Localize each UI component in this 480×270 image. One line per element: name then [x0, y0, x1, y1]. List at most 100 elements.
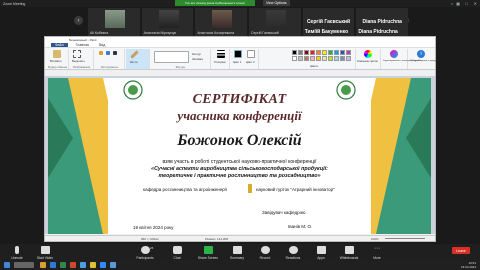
record-icon [260, 246, 270, 254]
brushes-label: Кисти [130, 60, 138, 64]
excel-icon[interactable] [60, 262, 66, 268]
participant-tile[interactable]: Diana Pidruchna Diana Pidruchna [356, 8, 409, 36]
color-swatch[interactable] [292, 50, 297, 55]
color-swatch[interactable] [304, 56, 309, 61]
paint-canvas-area: СЕРТИФІКАТ учасника конференції Божонок … [45, 76, 435, 234]
whiteboards-button[interactable]: Whiteboards [334, 246, 364, 260]
color2-swatch[interactable] [247, 50, 255, 58]
alert-label: Предупреждение о продукте [410, 60, 440, 62]
participant-tile[interactable]: Сергій Гаєвський Тиміїй Бакуменко [302, 8, 355, 36]
participant-tile[interactable]: Ali Кобезна [88, 8, 140, 36]
share-screen-button[interactable]: Share Screen [193, 246, 223, 260]
paste-icon[interactable] [53, 50, 61, 58]
record-button[interactable]: Record [250, 246, 280, 260]
chat-icon [172, 246, 182, 254]
color-swatch[interactable] [316, 50, 321, 55]
apps-button[interactable]: Apps [306, 246, 336, 260]
color-swatch[interactable] [292, 56, 297, 61]
color-swatch[interactable] [340, 50, 345, 55]
color-swatch[interactable] [298, 50, 303, 55]
gallery-prev-arrow[interactable]: ‹ [74, 16, 83, 25]
color-swatch[interactable] [298, 56, 303, 61]
paint3d-group: Редактирование с помощью Paint 3D [382, 49, 421, 69]
certificate-date: 19 квітня 2024 року [133, 225, 174, 230]
microphone-muted-icon [15, 246, 19, 254]
participant-display-name: Diana Pidruchna [362, 19, 402, 25]
participants-button[interactable]: Participants [130, 246, 160, 260]
close-icon[interactable]: ✕ [474, 1, 477, 6]
color-swatch[interactable] [346, 50, 351, 55]
tab-file[interactable]: Файл [51, 43, 68, 47]
tools-group: Инструменты [95, 49, 125, 69]
participant-tile[interactable]: Анастасія Козирнишна [195, 8, 248, 36]
leave-button[interactable]: Leave [452, 247, 470, 254]
summary-button[interactable]: Summary [222, 246, 252, 260]
color1-swatch[interactable] [234, 50, 242, 58]
zoom-app-title: Zoom Meeting [3, 1, 26, 6]
color-swatch[interactable] [322, 50, 327, 55]
color-swatch[interactable] [328, 56, 333, 61]
start-icon[interactable] [4, 262, 10, 268]
certificate-canvas[interactable]: СЕРТИФІКАТ учасника конференції Божонок … [48, 78, 431, 234]
text-icon[interactable] [113, 51, 117, 55]
chat-button[interactable]: Chat [162, 246, 192, 260]
taskbar-search[interactable] [14, 262, 34, 268]
color2-label: Цвет 2 [246, 60, 255, 64]
paint3d-icon[interactable] [390, 50, 398, 58]
size-label: Толщина [214, 60, 226, 64]
fill-icon[interactable] [106, 51, 110, 55]
size-group: Толщина [212, 49, 230, 69]
color-swatch[interactable] [340, 56, 345, 61]
system-tray-clock[interactable]: 10:51 19.04.2024 [461, 261, 476, 269]
info-icon[interactable]: i [417, 50, 425, 58]
color-swatch[interactable] [346, 56, 351, 61]
tab-home[interactable]: Главная [74, 43, 91, 47]
reactions-icon [288, 246, 298, 254]
reactions-button[interactable]: Reactions [278, 246, 308, 260]
zoom-taskbar-icon[interactable] [100, 262, 106, 268]
select-icon[interactable] [73, 50, 81, 58]
size-icon[interactable] [217, 50, 225, 58]
zoom-slider[interactable] [385, 238, 425, 239]
color-swatch[interactable] [316, 56, 321, 61]
pencil-icon[interactable] [99, 51, 103, 55]
shield-icon[interactable]: ● [451, 1, 453, 6]
start-video-button[interactable]: Start Video [30, 246, 60, 260]
powerpoint-icon[interactable] [70, 262, 76, 268]
color-swatch[interactable] [334, 50, 339, 55]
edge-icon[interactable] [80, 262, 86, 268]
color-palette [292, 50, 351, 61]
paint-title: Безымянный - Paint [69, 37, 97, 42]
video-gallery: Ali Кобезна Анастасія Мулярчук Анастасія… [88, 8, 409, 36]
participant-tile[interactable]: Анастасія Мулярчук [141, 8, 194, 36]
fill-label[interactable]: Заливка [192, 57, 203, 61]
summary-icon [232, 246, 242, 254]
word-icon[interactable] [50, 262, 56, 268]
shapes-gallery[interactable] [154, 51, 189, 63]
view-options-button[interactable]: View Options [263, 0, 290, 6]
color-swatch[interactable] [322, 56, 327, 61]
tab-view[interactable]: Вид [97, 43, 107, 47]
participant-name: Diana Pidruchna [358, 29, 398, 35]
more-button[interactable]: ⋯ More [362, 246, 392, 260]
maximize-icon[interactable]: □ [465, 1, 467, 6]
color-swatch[interactable] [304, 50, 309, 55]
minimize-icon[interactable]: – [457, 1, 459, 6]
file-explorer-icon[interactable] [40, 262, 46, 268]
paint-window: Безымянный - Paint Файл Главная Вид Вста… [44, 36, 439, 242]
brush-icon[interactable] [130, 50, 139, 59]
edit-colors-icon[interactable] [364, 50, 372, 58]
chrome-icon[interactable] [90, 262, 96, 268]
color-swatch[interactable] [334, 56, 339, 61]
alert-group: i Предупреждение о продукте [409, 49, 439, 69]
color-swatch[interactable] [310, 56, 315, 61]
more-icon: ⋯ [374, 246, 380, 252]
outline-label[interactable]: Контур [192, 52, 201, 56]
certificate-subtitle: учасника конференції [177, 108, 302, 123]
color-swatch[interactable] [310, 50, 315, 55]
window-controls: – □ ✕ [457, 1, 477, 6]
color-swatch[interactable] [328, 50, 333, 55]
participant-tile[interactable]: Сергій Гаєвський [249, 8, 301, 36]
paint-taskbar-icon[interactable] [110, 262, 116, 268]
unmute-button[interactable]: Unmute [2, 246, 32, 260]
